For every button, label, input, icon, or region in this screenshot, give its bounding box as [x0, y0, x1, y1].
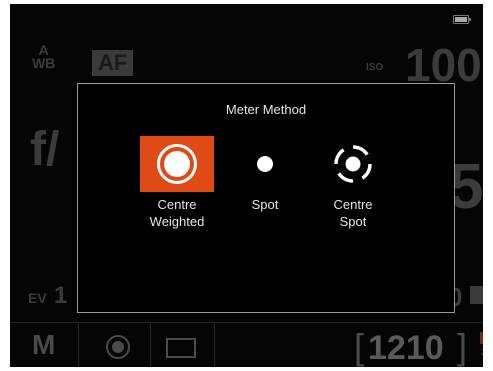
- bottom-bar-divider: [78, 322, 79, 367]
- option-tile[interactable]: [316, 136, 390, 192]
- option-centre-spot[interactable]: Centre Spot: [308, 136, 398, 230]
- shots-bracket-left: [: [354, 326, 365, 367]
- shooting-mode: M: [32, 329, 56, 360]
- shots-remaining: 1210: [368, 329, 444, 367]
- centre-spot-icon: [334, 145, 372, 183]
- option-label: Centre Spot: [333, 197, 373, 229]
- centre-weighted-icon: [157, 144, 197, 184]
- exposure-compensation-icon: [470, 286, 483, 304]
- iso-label: ISO: [366, 62, 384, 73]
- wb-mode-bottom: WB: [32, 55, 56, 71]
- aspect-ratio-icon: [166, 338, 196, 358]
- ev-label: EV: [28, 290, 47, 306]
- bottom-bar-divider: [214, 322, 215, 367]
- memory-card-icon: [480, 332, 483, 344]
- option-spot[interactable]: Spot: [220, 136, 310, 213]
- ev-value: 1: [54, 282, 68, 309]
- drive-mode-icon: [106, 335, 130, 359]
- white-balance-indicator: A WB: [32, 43, 56, 71]
- card-slot-number: 2: [481, 347, 483, 357]
- focus-mode-badge: AF: [92, 50, 134, 76]
- option-label: Centre Weighted: [149, 197, 205, 229]
- option-tile[interactable]: [228, 136, 302, 192]
- iso-value: 100: [405, 39, 482, 91]
- camera-screen: A WB AF ISO 100 f/ 5 EV 1 0 M [ 1210 ] 2…: [10, 4, 483, 367]
- aperture-value: f/: [30, 123, 60, 176]
- shots-bracket-right: ]: [457, 326, 468, 367]
- battery-icon: [453, 15, 471, 24]
- bottom-bar-divider: [150, 322, 151, 367]
- spot-icon: [257, 156, 273, 172]
- dialog-title: Meter Method: [225, 102, 307, 117]
- meter-method-dialog: Meter Method Centre Weighted Spot Centre…: [77, 83, 455, 313]
- option-tile[interactable]: [140, 136, 214, 192]
- option-centre-weighted[interactable]: Centre Weighted: [132, 136, 222, 230]
- option-label: Spot: [251, 197, 279, 212]
